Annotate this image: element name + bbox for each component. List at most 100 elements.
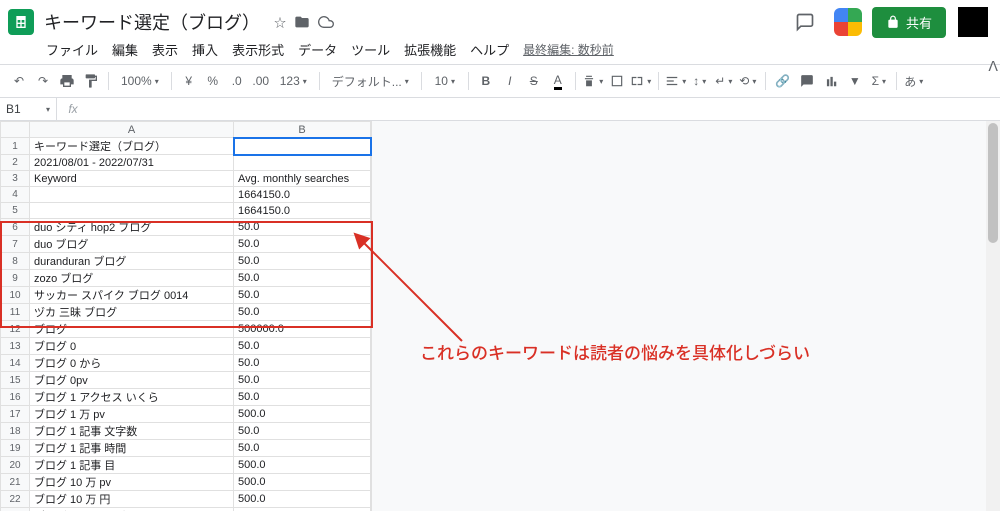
empty-grid-area[interactable]	[371, 121, 1000, 511]
filter-button[interactable]: ▼	[844, 68, 866, 94]
menu-edit[interactable]: 編集	[112, 40, 138, 59]
chart-button[interactable]	[820, 68, 842, 94]
cell[interactable]: 50.0	[234, 287, 371, 304]
cell[interactable]: ブログ 100 万 pv 収入	[30, 508, 234, 511]
row-header[interactable]: 1	[1, 138, 30, 155]
row-header[interactable]: 15	[1, 372, 30, 389]
cell[interactable]: 50.0	[234, 508, 371, 511]
undo-button[interactable]: ↶	[8, 68, 30, 94]
cell[interactable]: ブログ 0	[30, 338, 234, 355]
decrease-decimal-button[interactable]: .0	[226, 68, 248, 94]
cell[interactable]: 50.0	[234, 372, 371, 389]
font-size-dropdown[interactable]: 10	[428, 68, 462, 94]
row-header[interactable]: 14	[1, 355, 30, 372]
cell[interactable]: 2021/08/01 - 2022/07/31	[30, 155, 234, 171]
cell[interactable]: Avg. monthly searches	[234, 171, 371, 187]
cell[interactable]	[30, 203, 234, 219]
cell[interactable]	[234, 155, 371, 171]
menu-tools[interactable]: ツール	[351, 40, 390, 59]
row-header[interactable]: 3	[1, 171, 30, 187]
row-header[interactable]: 4	[1, 187, 30, 203]
share-button[interactable]: 共有	[872, 7, 946, 38]
col-header-a[interactable]: A	[30, 122, 234, 138]
cell[interactable]: キーワード選定（ブログ）	[30, 138, 234, 155]
cloud-icon[interactable]	[318, 14, 334, 30]
row-header[interactable]: 18	[1, 423, 30, 440]
scrollbar-thumb[interactable]	[988, 123, 998, 243]
row-header[interactable]: 10	[1, 287, 30, 304]
cell[interactable]: 1664150.0	[234, 187, 371, 203]
paint-format-button[interactable]	[80, 68, 102, 94]
account-avatar[interactable]	[958, 7, 988, 37]
toolbar-collapse-icon[interactable]: ᐱ	[988, 58, 998, 75]
row-header[interactable]: 11	[1, 304, 30, 321]
row-header[interactable]: 17	[1, 406, 30, 423]
cell[interactable]: ブログ 0 から	[30, 355, 234, 372]
text-color-button[interactable]: A	[547, 68, 569, 94]
cell[interactable]	[30, 187, 234, 203]
cell[interactable]: 500000.0	[234, 321, 371, 338]
cell[interactable]: 50.0	[234, 423, 371, 440]
more-formats-dropdown[interactable]: 123	[274, 68, 313, 94]
menu-insert[interactable]: 挿入	[192, 40, 218, 59]
row-header[interactable]: 13	[1, 338, 30, 355]
cell[interactable]: ブログ 10 万 円	[30, 491, 234, 508]
cell[interactable]: ブログ 1 記事 時間	[30, 440, 234, 457]
menu-help[interactable]: ヘルプ	[470, 40, 509, 59]
cell[interactable]: サッカー スパイク ブログ 0014	[30, 287, 234, 304]
cell[interactable]: ブログ 1 記事 文字数	[30, 423, 234, 440]
sheets-logo[interactable]	[8, 9, 34, 35]
comment-history-icon[interactable]	[792, 9, 818, 35]
print-button[interactable]	[56, 68, 78, 94]
col-header-b[interactable]: B	[234, 122, 371, 138]
cell[interactable]: ブログ 1 記事 目	[30, 457, 234, 474]
cell[interactable]: duo ブログ	[30, 236, 234, 253]
redo-button[interactable]: ↷	[32, 68, 54, 94]
comment-button[interactable]	[796, 68, 818, 94]
menu-data[interactable]: データ	[298, 40, 337, 59]
cell[interactable]: zozo ブログ	[30, 270, 234, 287]
fill-color-button[interactable]	[582, 68, 604, 94]
row-header[interactable]: 6	[1, 219, 30, 236]
cell[interactable]: Keyword	[30, 171, 234, 187]
row-header[interactable]: 7	[1, 236, 30, 253]
row-header[interactable]: 8	[1, 253, 30, 270]
borders-button[interactable]	[606, 68, 628, 94]
cell[interactable]: duranduran ブログ	[30, 253, 234, 270]
row-header[interactable]: 23	[1, 508, 30, 511]
cell[interactable]: ブログ	[30, 321, 234, 338]
link-button[interactable]: 🔗	[772, 68, 794, 94]
rotate-button[interactable]: ⟲	[737, 68, 759, 94]
wrap-button[interactable]: ↵	[713, 68, 735, 94]
cell[interactable]: 500.0	[234, 474, 371, 491]
zoom-dropdown[interactable]: 100%	[115, 68, 165, 94]
functions-button[interactable]: Σ	[868, 68, 890, 94]
name-box[interactable]: B1	[0, 98, 57, 120]
menu-extensions[interactable]: 拡張機能	[404, 40, 456, 59]
cell[interactable]: 500.0	[234, 457, 371, 474]
cell[interactable]: 50.0	[234, 440, 371, 457]
meet-icon[interactable]	[834, 8, 862, 36]
cell[interactable]: ヅカ 三昧 ブログ	[30, 304, 234, 321]
row-header[interactable]: 16	[1, 389, 30, 406]
cell[interactable]: 50.0	[234, 389, 371, 406]
last-edit[interactable]: 最終編集: 数秒前	[523, 41, 614, 58]
currency-button[interactable]: ¥	[178, 68, 200, 94]
row-header[interactable]: 22	[1, 491, 30, 508]
cell[interactable]: ブログ 1 アクセス いくら	[30, 389, 234, 406]
cell[interactable]: 500.0	[234, 406, 371, 423]
italic-button[interactable]: I	[499, 68, 521, 94]
valign-button[interactable]: ↕	[689, 68, 711, 94]
row-header[interactable]: 12	[1, 321, 30, 338]
ime-button[interactable]: あ	[903, 68, 925, 94]
menu-file[interactable]: ファイル	[46, 40, 98, 59]
font-dropdown[interactable]: デフォルト...	[326, 68, 415, 94]
cell[interactable]: 50.0	[234, 338, 371, 355]
star-icon[interactable]: ☆	[274, 14, 286, 31]
doc-title[interactable]: キーワード選定（ブログ）	[44, 9, 260, 35]
strike-button[interactable]: S	[523, 68, 545, 94]
bold-button[interactable]: B	[475, 68, 497, 94]
cell[interactable]: 1664150.0	[234, 203, 371, 219]
move-icon[interactable]	[294, 14, 310, 30]
halign-button[interactable]	[665, 68, 687, 94]
